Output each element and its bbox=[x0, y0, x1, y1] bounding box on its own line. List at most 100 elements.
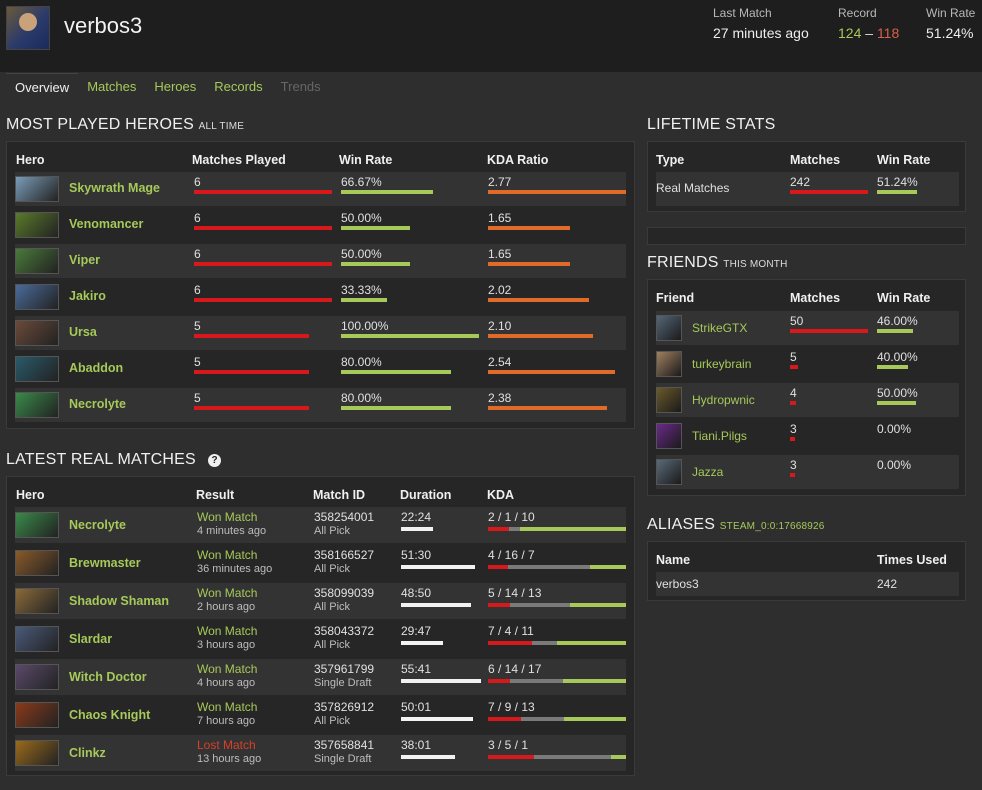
hero-row[interactable]: Necrolyte 5 80.00% 2.38 bbox=[15, 388, 626, 422]
match-id-value: 358166527 bbox=[314, 548, 375, 562]
kda-ratio-bar bbox=[488, 334, 593, 338]
friend-name-link[interactable]: Hydropwnic bbox=[692, 393, 755, 407]
hero-row[interactable]: Ursa 5 100.00% 2.10 bbox=[15, 316, 626, 350]
game-mode: All Pick bbox=[314, 639, 351, 651]
col-kda-ratio[interactable]: KDA Ratio bbox=[487, 153, 548, 167]
friend-avatar-icon[interactable] bbox=[656, 423, 682, 449]
friend-row[interactable]: StrikeGTX 50 46.00% bbox=[656, 311, 959, 345]
hero-row[interactable]: Viper 6 50.00% 1.65 bbox=[15, 244, 626, 278]
kda-kills-bar bbox=[488, 603, 510, 607]
hero-name-link[interactable]: Clinkz bbox=[69, 746, 106, 760]
hero-name-link[interactable]: Venomancer bbox=[69, 217, 143, 231]
duration-bar bbox=[401, 641, 444, 645]
hero-portrait-icon[interactable] bbox=[15, 512, 59, 538]
matches-played-value: 6 bbox=[194, 283, 201, 297]
hero-row[interactable]: Jakiro 6 33.33% 2.02 bbox=[15, 280, 626, 314]
hero-row[interactable]: Skywrath Mage 6 66.67% 2.77 bbox=[15, 172, 626, 206]
hero-portrait-icon[interactable] bbox=[15, 356, 59, 382]
hero-portrait-icon[interactable] bbox=[15, 740, 59, 766]
duration-value: 38:01 bbox=[401, 738, 432, 752]
hero-portrait-icon[interactable] bbox=[15, 702, 59, 728]
kda-deaths-bar bbox=[534, 755, 611, 759]
match-row[interactable]: Necrolyte Won Match 4 minutes ago 358254001… bbox=[15, 507, 626, 543]
hero-row[interactable]: Venomancer 6 50.00% 1.65 bbox=[15, 208, 626, 242]
friend-avatar-icon[interactable] bbox=[656, 459, 682, 485]
hero-name-link[interactable]: Necrolyte bbox=[69, 518, 126, 532]
tab-records[interactable]: Records bbox=[205, 73, 271, 100]
match-row[interactable]: Shadow Shaman Won Match 2 hours ago 3580990… bbox=[15, 583, 626, 619]
match-result-link[interactable]: Won Match bbox=[197, 510, 257, 524]
tab-heroes[interactable]: Heroes bbox=[145, 73, 205, 100]
friend-name-link[interactable]: Tiani.Pilgs bbox=[692, 429, 747, 443]
friend-avatar-icon[interactable] bbox=[656, 351, 682, 377]
kda-assists-bar bbox=[557, 641, 626, 645]
hero-name-link[interactable]: Viper bbox=[69, 253, 100, 267]
friend-row[interactable]: Tiani.Pilgs 3 0.00% bbox=[656, 419, 959, 453]
friend-matches-value: 3 bbox=[790, 422, 797, 436]
col-matches-played[interactable]: Matches Played bbox=[192, 153, 286, 167]
steam-id[interactable]: STEAM_0:0:17668926 bbox=[720, 521, 825, 532]
aliases-title: ALIASES STEAM_0:0:17668926 bbox=[647, 516, 825, 534]
friend-row[interactable]: Jazza 3 0.00% bbox=[656, 455, 959, 489]
tab-matches[interactable]: Matches bbox=[78, 73, 145, 100]
hero-name-link[interactable]: Ursa bbox=[69, 325, 97, 339]
lifetime-row: Real Matches 242 51.24% bbox=[656, 172, 959, 206]
win-rate-value: 50.00% bbox=[341, 211, 382, 225]
hero-name-link[interactable]: Abaddon bbox=[69, 361, 123, 375]
hero-portrait-icon[interactable] bbox=[15, 248, 59, 274]
col-win-rate[interactable]: Win Rate bbox=[339, 153, 392, 167]
hero-portrait-icon[interactable] bbox=[15, 392, 59, 418]
match-result-link[interactable]: Won Match bbox=[197, 700, 257, 714]
player-avatar[interactable] bbox=[6, 6, 50, 50]
hero-portrait-icon[interactable] bbox=[15, 320, 59, 346]
hero-name-link[interactable]: Brewmaster bbox=[69, 556, 141, 570]
hero-name-link[interactable]: Witch Doctor bbox=[69, 670, 147, 684]
hero-portrait-icon[interactable] bbox=[15, 664, 59, 690]
hero-portrait-icon[interactable] bbox=[15, 284, 59, 310]
hero-name-link[interactable]: Chaos Knight bbox=[69, 708, 150, 722]
hero-name-link[interactable]: Necrolyte bbox=[69, 397, 126, 411]
most-played-title: MOST PLAYED HEROES ALL TIME bbox=[6, 116, 244, 134]
match-row[interactable]: Clinkz Lost Match 13 hours ago 357658841 Sin… bbox=[15, 735, 626, 771]
hero-portrait-icon[interactable] bbox=[15, 212, 59, 238]
match-result-link[interactable]: Won Match bbox=[197, 586, 257, 600]
latest-matches-title: LATEST REAL MATCHES bbox=[6, 451, 196, 469]
hero-name-link[interactable]: Jakiro bbox=[69, 289, 106, 303]
duration-bar bbox=[401, 527, 433, 531]
hero-portrait-icon[interactable] bbox=[15, 588, 59, 614]
hero-row[interactable]: Abaddon 5 80.00% 2.54 bbox=[15, 352, 626, 386]
match-time-ago: 2 hours ago bbox=[197, 601, 256, 613]
record-wins: 124 bbox=[838, 25, 862, 41]
friend-matches-bar bbox=[790, 329, 868, 333]
match-row[interactable]: Chaos Knight Won Match 7 hours ago 35782691… bbox=[15, 697, 626, 733]
match-result-link[interactable]: Lost Match bbox=[197, 738, 256, 752]
kda-deaths-bar bbox=[531, 641, 557, 645]
match-row[interactable]: Slardar Won Match 3 hours ago 358043372 All … bbox=[15, 621, 626, 657]
match-row[interactable]: Witch Doctor Won Match 4 hours ago 35796179… bbox=[15, 659, 626, 695]
hero-portrait-icon[interactable] bbox=[15, 176, 59, 202]
friend-name-link[interactable]: turkeybrain bbox=[692, 357, 751, 371]
match-row[interactable]: Brewmaster Won Match 36 minutes ago 3581665… bbox=[15, 545, 626, 581]
hero-portrait-icon[interactable] bbox=[15, 550, 59, 576]
hero-name-link[interactable]: Slardar bbox=[69, 632, 112, 646]
friend-row[interactable]: Hydropwnic 4 50.00% bbox=[656, 383, 959, 417]
hero-portrait-icon[interactable] bbox=[15, 626, 59, 652]
friend-avatar-icon[interactable] bbox=[656, 315, 682, 341]
match-id-value: 358254001 bbox=[314, 510, 375, 524]
matches-played-value: 6 bbox=[194, 175, 201, 189]
friend-row[interactable]: turkeybrain 5 40.00% bbox=[656, 347, 959, 381]
match-result-link[interactable]: Won Match bbox=[197, 548, 257, 562]
friend-name-link[interactable]: StrikeGTX bbox=[692, 321, 747, 335]
game-mode: Single Draft bbox=[314, 753, 372, 765]
lifetime-matches-value: 242 bbox=[790, 175, 811, 189]
friend-avatar-icon[interactable] bbox=[656, 387, 682, 413]
friend-name-link[interactable]: Jazza bbox=[692, 465, 723, 479]
matches-played-bar bbox=[194, 334, 309, 338]
help-circle-icon[interactable]: ? bbox=[208, 454, 221, 467]
hero-name-link[interactable]: Shadow Shaman bbox=[69, 594, 169, 608]
match-result-link[interactable]: Won Match bbox=[197, 662, 257, 676]
match-result-link[interactable]: Won Match bbox=[197, 624, 257, 638]
game-mode: All Pick bbox=[314, 563, 351, 575]
hero-name-link[interactable]: Skywrath Mage bbox=[69, 181, 160, 195]
tab-overview[interactable]: Overview bbox=[6, 73, 79, 100]
